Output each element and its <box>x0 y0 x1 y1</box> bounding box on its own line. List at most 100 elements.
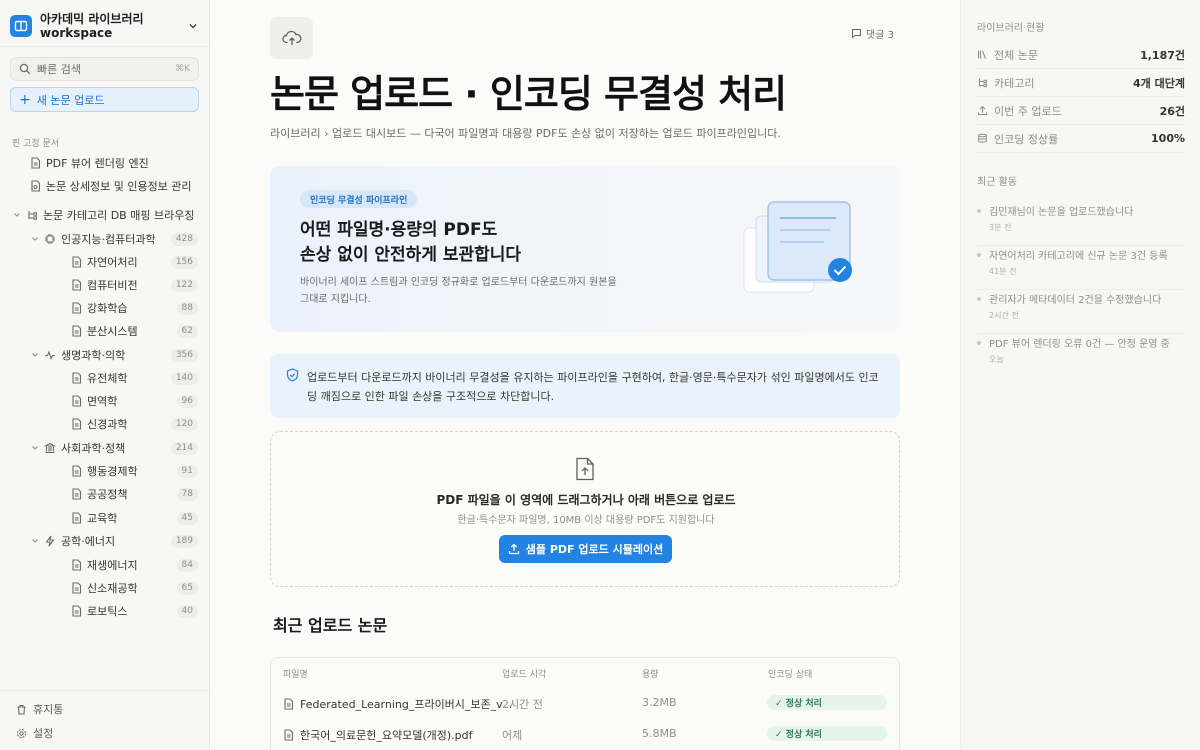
activity-title: 최근 활동 <box>977 177 1017 188</box>
subcategory-item[interactable]: 면역학 96 <box>70 391 198 411</box>
column-header[interactable]: 업로드 시각 <box>502 667 546 680</box>
subcategory-item[interactable]: 교육학 45 <box>70 508 198 528</box>
subcategory-label: 공공정책 <box>87 488 128 501</box>
document-icon <box>70 512 82 524</box>
tree-root[interactable]: 논문 카테고리 DB 매핑 브라우징 <box>12 205 202 225</box>
stat-value: 100% <box>1151 132 1185 145</box>
pinned-item[interactable]: PDF 뷰어 렌더링 엔진 <box>30 154 149 172</box>
count-badge: 40 <box>176 605 198 618</box>
stat-label: 카테고리 <box>994 76 1035 90</box>
stat-value: 26건 <box>1159 104 1185 118</box>
stat-value: 1,187건 <box>1140 48 1185 62</box>
hero-heading: 어떤 파일명·용량의 PDF도 손상 없이 안전하게 보관합니다 <box>300 220 522 265</box>
upload-icon <box>508 543 519 555</box>
count-badge: 356 <box>170 349 198 362</box>
category-item[interactable]: 인공지능·컴퓨터과학 428 <box>30 229 198 249</box>
activity-item[interactable]: PDF 뷰어 렌더링 오류 0건 — 안정 운영 중 오늘 <box>977 334 1185 378</box>
chevron-down-icon[interactable] <box>30 351 40 359</box>
workspace-switcher[interactable]: 아카데믹 라이브러리 workspace <box>10 10 200 42</box>
subcategory-item[interactable]: 행동경제학 91 <box>70 461 198 481</box>
chevron-down-icon[interactable] <box>30 235 40 243</box>
gear-icon <box>17 728 26 738</box>
file-cell[interactable]: 한국어_의료문헌_요약모델(개정).pdf <box>283 727 472 743</box>
column-header[interactable]: 용량 <box>642 667 659 680</box>
recent-uploads-table: 파일명 업로드 시각 용량 인코딩 상태 Federated_Learning_… <box>270 657 900 750</box>
category-label: 사회과학·정책 <box>61 442 126 455</box>
subcategory-item[interactable]: 재생에너지 84 <box>70 555 198 575</box>
chevron-down-icon[interactable] <box>12 211 22 219</box>
trash-button[interactable]: 휴지통 <box>16 701 63 717</box>
new-upload-button[interactable]: + 새 논문 업로드 <box>10 87 199 112</box>
document-icon <box>284 729 294 741</box>
sample-upload-button[interactable]: 샘플 PDF 업로드 시뮬레이션 <box>499 535 672 563</box>
activity-text: 관리자가 메타데이터 2건을 수정했습니다 <box>989 295 1162 306</box>
settings-button[interactable]: 설정 <box>16 725 53 741</box>
count-badge: 120 <box>170 418 198 431</box>
subcategory-item[interactable]: 자연어처리 156 <box>70 252 198 272</box>
breadcrumb: 라이브러리 › 업로드 대시보드 — 다국어 파일명과 대용량 PDF도 손상 … <box>270 127 781 140</box>
count-badge: 88 <box>176 302 198 315</box>
comment-icon <box>851 28 862 39</box>
comments-button[interactable]: 댓글 3 <box>851 26 894 41</box>
stats-title: 라이브러리 현황 <box>977 23 1045 34</box>
document-icon <box>70 559 82 571</box>
column-header[interactable]: 인코딩 상태 <box>768 667 812 680</box>
upload-time: 어제 <box>502 729 523 742</box>
subcategory-label: 재생에너지 <box>87 559 138 572</box>
subcategory-item[interactable]: 신소재공학 65 <box>70 578 198 598</box>
file-cell[interactable]: Federated_Learning_프라이버시_보존_v... <box>283 696 512 712</box>
pulse-icon <box>44 349 56 361</box>
tree-icon <box>978 78 987 88</box>
category-item[interactable]: 공학·에너지 189 <box>30 531 198 551</box>
activity-time: 3분 전 <box>989 223 1012 232</box>
quick-search[interactable]: 빠른 검색 ⌘K <box>10 57 199 81</box>
subcategory-label: 분산시스템 <box>87 325 138 338</box>
status-badge: ✓ 정상 처리 <box>767 726 887 741</box>
search-label: 빠른 검색 <box>37 63 81 76</box>
document-icon <box>70 372 82 384</box>
count-badge: 122 <box>170 279 198 292</box>
chevron-down-icon[interactable] <box>30 537 40 545</box>
subcategory-label: 유전체학 <box>87 372 128 385</box>
comments-label: 댓글 3 <box>866 30 894 41</box>
stat-row: 전체 논문 1,187건 <box>977 41 1185 69</box>
count-badge: 428 <box>170 233 198 246</box>
page-title: 논문 업로드 · 인코딩 무결성 처리 <box>270 72 787 116</box>
count-badge: 84 <box>176 559 198 572</box>
count-badge: 189 <box>170 535 198 548</box>
table-row[interactable]: Federated_Learning_프라이버시_보존_v... 2시간 전 3… <box>271 688 899 718</box>
count-badge: 62 <box>176 325 198 338</box>
category-item[interactable]: 사회과학·정책 214 <box>30 438 198 458</box>
document-icon <box>70 488 82 500</box>
chevron-down-icon[interactable] <box>30 444 40 452</box>
hero-badge: 인코딩 무결성 파이프라인 <box>300 190 418 208</box>
activity-item[interactable]: 관리자가 메타데이터 2건을 수정했습니다 2시간 전 <box>977 290 1185 334</box>
status-badge: ✓ 정상 처리 <box>767 695 887 710</box>
table-row[interactable]: 한국어_의료문헌_요약모델(개정).pdf 어제 5.8MB ✓ 정상 처리 <box>271 719 899 749</box>
document-icon <box>70 325 82 337</box>
category-item[interactable]: 생명과학·의학 356 <box>30 345 198 365</box>
subcategory-item[interactable]: 신경과학 120 <box>70 414 198 434</box>
subcategory-item[interactable]: 컴퓨터비전 122 <box>70 275 198 295</box>
new-upload-label: 새 논문 업로드 <box>36 93 105 107</box>
activity-text: 김민재님이 논문을 업로드했습니다 <box>989 207 1134 218</box>
pinned-header: 핀 고정 문서 <box>12 139 60 149</box>
subcategory-item[interactable]: 로보틱스 40 <box>70 601 198 621</box>
subcategory-item[interactable]: 유전체학 140 <box>70 368 198 388</box>
recent-uploads-title: 최근 업로드 논문 <box>273 616 388 635</box>
subcategory-item[interactable]: 분산시스템 62 <box>70 321 198 341</box>
document-icon <box>70 418 82 430</box>
subcategory-item[interactable]: 강화학습 88 <box>70 298 198 318</box>
database-icon <box>978 133 987 143</box>
subcategory-item[interactable]: 공공정책 78 <box>70 484 198 504</box>
pinned-item[interactable]: 논문 상세정보 및 인용정보 관리 <box>30 177 192 195</box>
activity-time: 오늘 <box>989 355 1004 364</box>
activity-item[interactable]: 김민재님이 논문을 업로드했습니다 3분 전 <box>977 202 1185 246</box>
chevron-down-icon[interactable] <box>186 19 200 33</box>
stat-label: 이번 주 업로드 <box>994 104 1062 118</box>
cloud-upload-icon[interactable] <box>270 17 313 59</box>
column-header[interactable]: 파일명 <box>283 667 308 680</box>
activity-item[interactable]: 자연어처리 카테고리에 신규 논문 3건 등록 41분 전 <box>977 246 1185 290</box>
file-upload-icon <box>576 457 594 481</box>
upload-dropzone[interactable]: PDF 파일을 이 영역에 드래그하거나 아래 버튼으로 업로드 한글·특수문자… <box>270 431 900 587</box>
